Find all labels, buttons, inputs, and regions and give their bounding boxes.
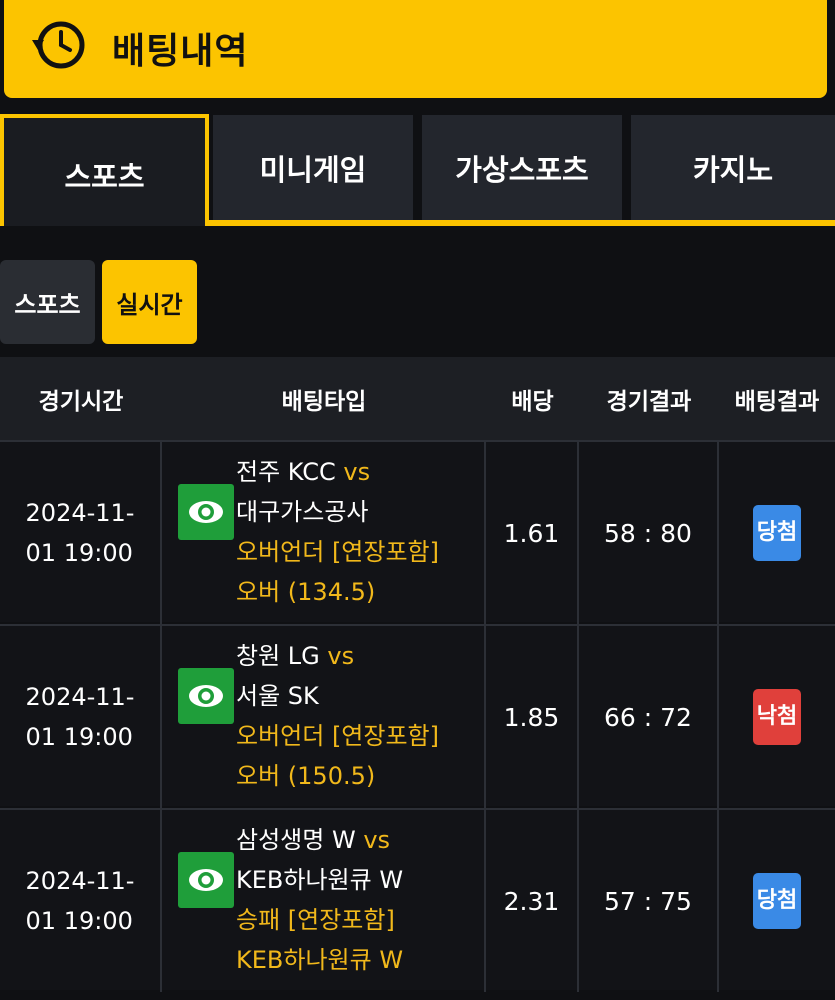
result-badge: 당첨 xyxy=(753,505,801,561)
away-team: 대구가스공사 xyxy=(236,498,369,526)
table-header: 경기시간 배팅타입 배당 경기결과 배팅결과 xyxy=(0,357,835,440)
bet-market: 오버언더 [연장포함] xyxy=(236,722,439,750)
bet-market: 오버언더 [연장포함] xyxy=(236,538,439,566)
subtab-label: 스포츠 xyxy=(14,290,81,319)
column-header-time: 경기시간 xyxy=(38,388,124,415)
bet-pick: 오버 (150.5) xyxy=(236,762,376,790)
result-badge: 낙첨 xyxy=(753,689,801,745)
tab-minigame[interactable]: 미니게임 xyxy=(213,115,413,220)
match-time: 2024-11- 01 19:00 xyxy=(25,499,135,567)
home-team: 창원 LG xyxy=(236,642,320,670)
subtab-label: 실시간 xyxy=(116,290,183,319)
vs-label: vs xyxy=(327,642,355,670)
table-row: 2024-11- 01 19:00 창원 LG vs 서울 SK 오버언더 [연… xyxy=(0,624,835,808)
page-header: 배팅내역 xyxy=(4,0,827,98)
eye-icon[interactable] xyxy=(178,668,234,724)
column-header-bet-result: 배팅결과 xyxy=(734,388,820,415)
tab-label: 카지노 xyxy=(692,152,774,187)
subtab-sports[interactable]: 스포츠 xyxy=(0,260,95,344)
match-time: 2024-11- 01 19:00 xyxy=(25,683,135,751)
tab-sports[interactable]: 스포츠 xyxy=(0,114,209,226)
bet-pick: KEB하나원큐 W xyxy=(236,946,404,974)
tab-label: 미니게임 xyxy=(259,152,367,187)
page-title: 배팅내역 xyxy=(112,31,249,72)
away-team: KEB하나원큐 W xyxy=(236,866,404,894)
odds-value: 2.31 xyxy=(503,886,560,916)
home-team: 삼성생명 W xyxy=(236,826,356,854)
match-time: 2024-11- 01 19:00 xyxy=(25,867,135,935)
bet-market: 승패 [연장포함] xyxy=(236,906,395,934)
tab-casino[interactable]: 카지노 xyxy=(631,115,835,220)
match-score: 66 : 72 xyxy=(604,702,692,732)
column-header-score: 경기결과 xyxy=(606,388,692,415)
column-header-bet-type: 배팅타입 xyxy=(281,388,367,415)
tab-virtual-sports[interactable]: 가상스포츠 xyxy=(422,115,622,220)
odds-value: 1.61 xyxy=(503,518,560,548)
vs-label: vs xyxy=(343,458,371,486)
bet-pick: 오버 (134.5) xyxy=(236,578,376,606)
match-score: 58 : 80 xyxy=(604,518,692,548)
away-team: 서울 SK xyxy=(236,682,319,710)
history-clock-icon xyxy=(32,21,85,69)
eye-icon[interactable] xyxy=(178,484,234,540)
match-score: 57 : 75 xyxy=(604,886,692,916)
odds-value: 1.85 xyxy=(503,702,560,732)
vs-label: vs xyxy=(363,826,391,854)
tab-label: 스포츠 xyxy=(64,160,145,194)
result-badge: 당첨 xyxy=(753,873,801,929)
tab-label: 가상스포츠 xyxy=(455,152,589,187)
eye-icon[interactable] xyxy=(178,852,234,908)
table-row: 2024-11- 01 19:00 전주 KCC vs 대구가스공사 오버언더 … xyxy=(0,440,835,624)
subtab-live[interactable]: 실시간 xyxy=(102,260,197,344)
home-team: 전주 KCC xyxy=(236,458,336,486)
column-header-odds: 배당 xyxy=(511,388,554,415)
table-row: 2024-11- 01 19:00 삼성생명 W vs KEB하나원큐 W 승패… xyxy=(0,808,835,992)
